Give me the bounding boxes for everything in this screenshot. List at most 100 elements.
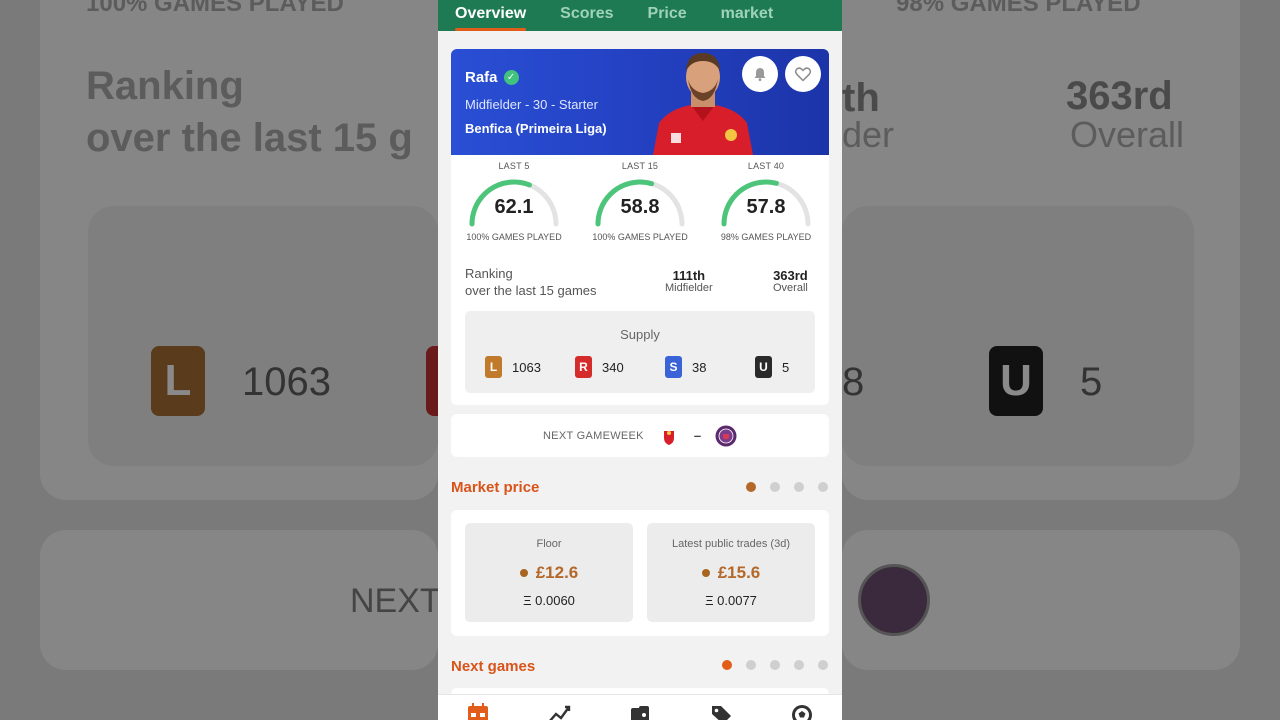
gauge-games-played: 100% GAMES PLAYED	[466, 232, 562, 242]
bottom-navigation	[438, 694, 842, 720]
bell-icon	[754, 68, 766, 81]
tab-live-market[interactable]: Live market	[721, 0, 808, 31]
player-club[interactable]: Benfica (Primeira Liga)	[465, 121, 607, 136]
supply-rare[interactable]: R 340	[575, 356, 647, 378]
page-dot[interactable]	[794, 660, 804, 670]
next-games-title: Next games	[451, 658, 536, 675]
phone-screen: Overview Scores Price Live market Rafa ✓…	[438, 0, 842, 720]
page-dot[interactable]	[818, 660, 828, 670]
bg-supply-l: 1063	[242, 360, 331, 404]
floor-eth-value: Ξ 0.0060	[523, 593, 575, 608]
ranking-section: Ranking over the last 15 games 111th Mid…	[465, 265, 815, 301]
ranking-title-line1: Ranking	[465, 266, 513, 281]
supply-count: 38	[692, 359, 707, 375]
supply-row: L 1063 R 340 S 38 U 5	[485, 356, 795, 378]
price-tag-icon[interactable]	[709, 702, 733, 720]
gauge-value: 62.1	[494, 196, 534, 218]
tab-overview[interactable]: Overview	[455, 5, 527, 31]
page-dot[interactable]	[794, 482, 804, 492]
supply-box: Supply L 1063 R 340 S 38 U 5	[465, 311, 815, 393]
market-price-pagination	[746, 482, 828, 492]
calendar-icon[interactable]	[466, 702, 490, 720]
supply-unique[interactable]: U 5	[755, 356, 795, 378]
page-dot[interactable]	[818, 482, 828, 492]
gauge-games-played: 100% GAMES PLAYED	[592, 232, 688, 242]
coin-icon	[701, 569, 710, 577]
floor-price-value: £12.6	[535, 563, 579, 582]
supply-count: 5	[782, 359, 790, 375]
next-gameweek-card[interactable]: NEXT GAMEWEEK –	[451, 414, 829, 457]
gauge-games-played: 98% GAMES PLAYED	[720, 232, 812, 242]
page-dot-active[interactable]	[722, 660, 732, 670]
chart-trend-icon[interactable]	[547, 702, 571, 720]
fixture-separator: –	[693, 428, 702, 443]
player-hero: Rafa ✓ Midfielder - 30 - Starter Benfica…	[451, 49, 829, 155]
unique-badge-icon: U	[755, 356, 772, 378]
gauge-label: LAST 5	[498, 161, 530, 171]
market-price-title: Market price	[451, 479, 540, 496]
floor-price: £12.6	[465, 563, 633, 583]
supply-limited[interactable]: L 1063	[485, 356, 557, 378]
next-games-pagination	[722, 660, 828, 670]
tab-scores[interactable]: Scores	[560, 5, 613, 31]
opponent-crest-icon	[715, 425, 737, 446]
player-position: Midfielder - 30 - Starter	[465, 97, 598, 112]
supply-count: 340	[602, 359, 624, 375]
ranking-overall-value: 363rd	[773, 268, 808, 283]
gauge-last-40[interactable]: LAST 40 57.8 98% GAMES PLAYED	[703, 161, 829, 242]
ranking-overall-label: Overall	[773, 282, 808, 294]
gauge-arc-wrap: 57.8	[718, 174, 814, 230]
bg-ranking-2: over the last 15 g	[86, 116, 413, 160]
page-dot[interactable]	[746, 660, 756, 670]
player-name: Rafa	[465, 69, 498, 86]
latest-trades-box[interactable]: Latest public trades (3d) £15.6 Ξ 0.0077	[647, 523, 815, 622]
gauge-value: 57.8	[746, 196, 786, 218]
bg-overall-rank: 363rd	[1066, 74, 1173, 118]
market-price-card: Floor £12.6 Ξ 0.0060 Latest public trade…	[451, 510, 829, 636]
ranking-overall: 363rd Overall	[773, 268, 808, 294]
cards-icon[interactable]	[628, 702, 652, 720]
top-tab-bar: Overview Scores Price Live market	[438, 0, 842, 31]
bg-next-frag: NEXT	[350, 582, 441, 620]
tab-price[interactable]: Price	[648, 5, 687, 31]
player-name-row: Rafa ✓	[465, 69, 519, 86]
gauge-value: 58.8	[620, 196, 660, 218]
notification-button[interactable]	[742, 56, 778, 92]
gauge-last-5[interactable]: LAST 5 62.1 100% GAMES PLAYED	[451, 161, 577, 242]
latest-trades-price-value: £15.6	[717, 563, 761, 582]
score-gauges: LAST 5 62.1 100% GAMES PLAYED LAST 15 58…	[451, 161, 829, 242]
benfica-crest-icon	[658, 425, 679, 446]
page-dot-active[interactable]	[746, 482, 756, 492]
bg-supply-u: 5	[1080, 360, 1103, 404]
limited-badge-icon: L	[485, 356, 502, 378]
bg-digit-frag: 8	[842, 360, 865, 404]
ranking-position-value: 111th	[672, 268, 706, 283]
page-dot[interactable]	[770, 482, 780, 492]
gauge-label: LAST 15	[621, 161, 659, 171]
next-gameweek-label: NEXT GAMEWEEK	[542, 429, 644, 442]
coin-icon	[519, 569, 528, 577]
heart-icon	[794, 67, 812, 82]
supply-super-rare[interactable]: S 38	[665, 356, 737, 378]
bg-rank-der: der	[842, 114, 895, 155]
floor-label: Floor	[536, 538, 562, 550]
ranking-position: 111th Midfielder	[665, 268, 713, 294]
ranking-title: Ranking over the last 15 games	[465, 265, 597, 299]
floor-price-box[interactable]: Floor £12.6 Ξ 0.0060	[465, 523, 633, 622]
bg-games-right: 98% GAMES PLAYED	[896, 0, 1141, 17]
bg-r-badge	[426, 346, 438, 416]
supply-count: 1063	[512, 359, 541, 375]
bg-games-left: 100% GAMES PLAYED	[86, 0, 344, 17]
page-dot[interactable]	[770, 660, 780, 670]
favorite-button[interactable]	[785, 56, 821, 92]
latest-trades-label: Latest public trades (3d)	[671, 538, 790, 550]
bg-ranking-1: Ranking	[86, 64, 244, 108]
latest-trades-price: £15.6	[647, 563, 815, 583]
supply-title: Supply	[620, 327, 660, 342]
bg-l-badge: L	[151, 346, 205, 416]
gauge-last-15[interactable]: LAST 15 58.8 100% GAMES PLAYED	[577, 161, 703, 242]
ranking-position-label: Midfielder	[665, 282, 713, 294]
football-icon[interactable]	[790, 702, 814, 720]
super-rare-badge-icon: S	[665, 356, 682, 378]
bg-u-badge: U	[989, 346, 1043, 416]
